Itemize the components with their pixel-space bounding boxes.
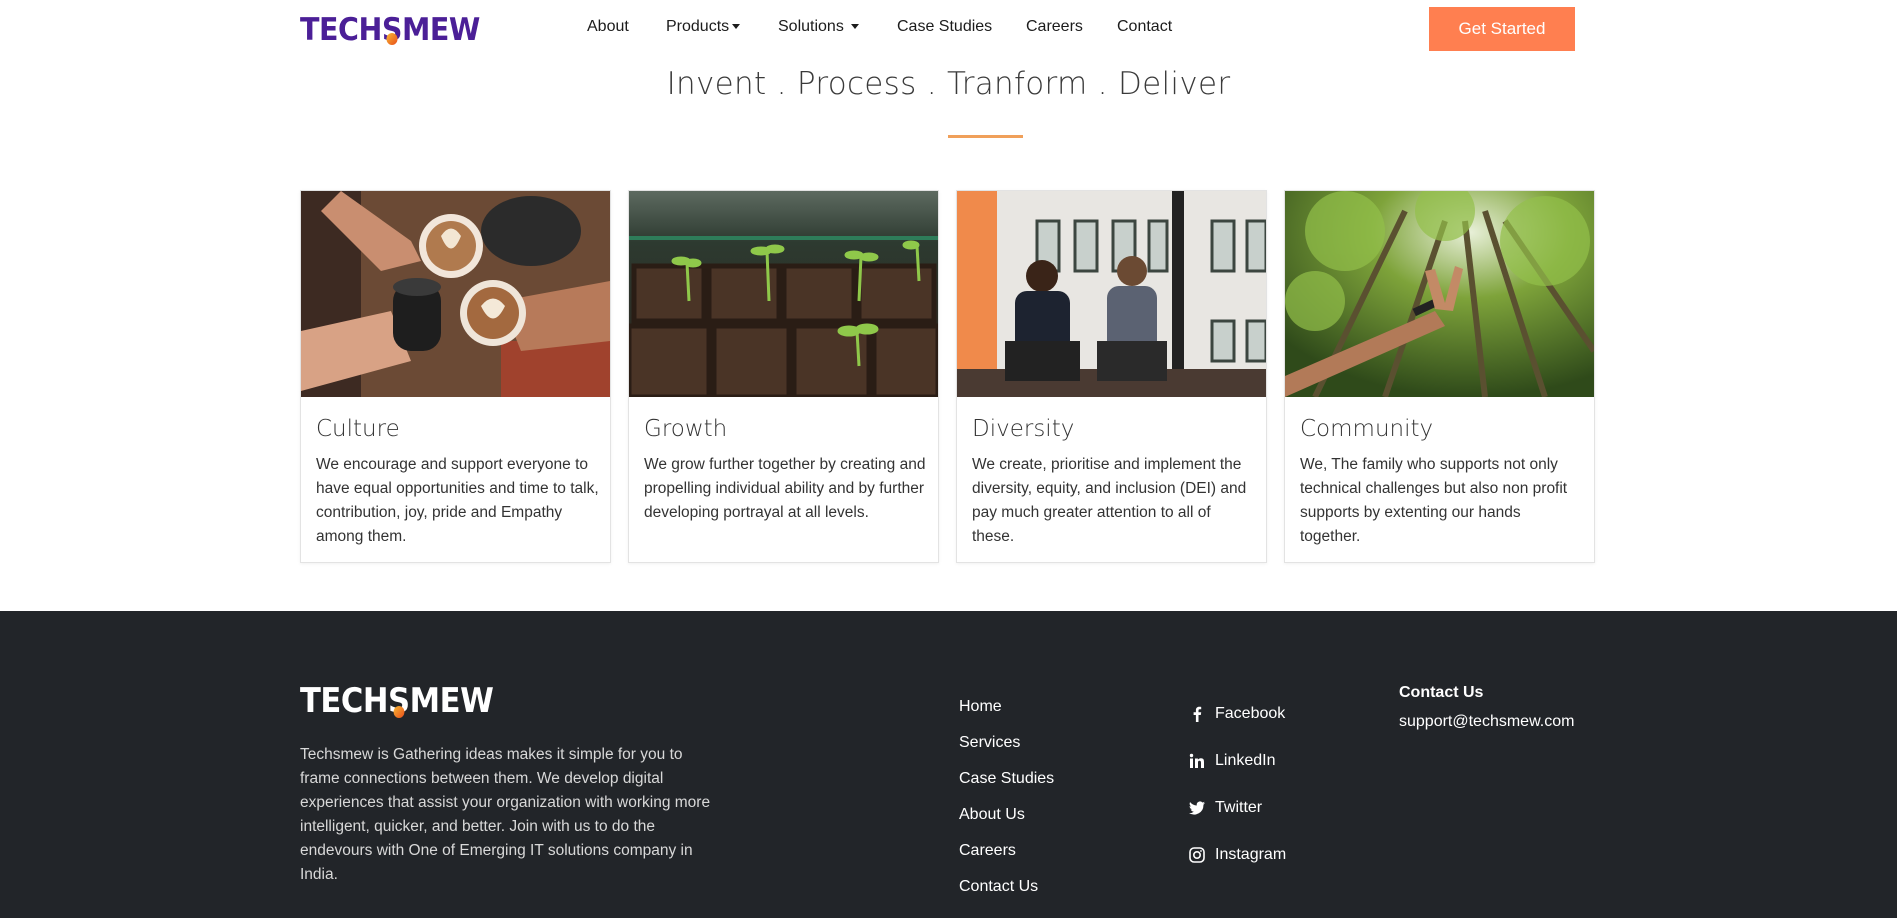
values-cards: Culture We encourage and support everyon… bbox=[300, 190, 1597, 563]
nav-case-studies[interactable]: Case Studies bbox=[897, 18, 992, 36]
card-title: Culture bbox=[316, 416, 400, 442]
nav-links: About Products Solutions Case Studies Ca… bbox=[0, 18, 1897, 40]
footer-links: Home Services Case Studies About Us Care… bbox=[959, 697, 1054, 913]
footer-link-services[interactable]: Services bbox=[959, 733, 1054, 769]
twitter-icon bbox=[1189, 800, 1205, 815]
footer-logo[interactable]: TECHS MEW bbox=[300, 681, 494, 721]
community-image bbox=[1285, 191, 1594, 397]
card-growth: Growth We grow further together by creat… bbox=[628, 190, 939, 563]
footer-logo-text: TECHS MEW bbox=[300, 681, 494, 721]
card-title: Growth bbox=[644, 416, 728, 442]
nav-solutions-label: Solutions bbox=[778, 18, 844, 35]
culture-image bbox=[301, 191, 610, 397]
nav-careers[interactable]: Careers bbox=[1026, 18, 1083, 36]
footer-link-home[interactable]: Home bbox=[959, 697, 1054, 733]
card-culture: Culture We encourage and support everyon… bbox=[300, 190, 611, 563]
top-navbar: TECHS MEW About Products Solutions Case S… bbox=[0, 0, 1897, 58]
card-text: We grow further together by creating and… bbox=[644, 456, 926, 521]
heading-divider bbox=[948, 135, 1023, 138]
social-instagram[interactable]: Instagram bbox=[1189, 842, 1286, 889]
growth-image bbox=[629, 191, 938, 397]
social-label: Facebook bbox=[1215, 704, 1286, 722]
facebook-icon bbox=[1193, 706, 1202, 722]
footer-description: Techsmew is Gathering ideas makes it sim… bbox=[300, 746, 711, 883]
instagram-icon bbox=[1189, 846, 1205, 863]
footer-link-careers[interactable]: Careers bbox=[959, 841, 1054, 877]
card-text: We encourage and support everyone to hav… bbox=[316, 456, 599, 545]
card-text: We, The family who supports not only tec… bbox=[1300, 456, 1568, 545]
section-heading: Invent . Process . Tranform . Deliver bbox=[666, 66, 1231, 102]
nav-products-dropdown[interactable]: Products bbox=[666, 18, 741, 36]
social-label: Instagram bbox=[1215, 845, 1287, 863]
nav-solutions-dropdown[interactable]: Solutions bbox=[778, 18, 860, 36]
footer-link-contact-us[interactable]: Contact Us bbox=[959, 877, 1054, 913]
card-community: Community We, The family who supports no… bbox=[1284, 190, 1595, 563]
footer-link-case-studies[interactable]: Case Studies bbox=[959, 769, 1054, 805]
contact-title: Contact Us bbox=[1399, 684, 1484, 701]
linkedin-icon bbox=[1189, 753, 1204, 768]
card-title: Community bbox=[1300, 416, 1434, 442]
nav-products-label: Products bbox=[666, 18, 730, 35]
social-label: LinkedIn bbox=[1215, 751, 1276, 769]
diversity-image bbox=[957, 191, 1266, 397]
card-diversity: Diversity We create, prioritise and impl… bbox=[956, 190, 1267, 563]
card-title: Diversity bbox=[972, 416, 1075, 442]
nav-about[interactable]: About bbox=[587, 18, 629, 36]
site-footer: TECHS MEW Techsmew is Gathering ideas mak… bbox=[0, 611, 1897, 918]
social-facebook[interactable]: Facebook bbox=[1189, 701, 1286, 748]
social-linkedin[interactable]: LinkedIn bbox=[1189, 748, 1286, 795]
social-label: Twitter bbox=[1215, 798, 1263, 816]
footer-link-about-us[interactable]: About Us bbox=[959, 805, 1054, 841]
get-started-button[interactable]: Get Started bbox=[1429, 7, 1575, 51]
social-twitter[interactable]: Twitter bbox=[1189, 795, 1286, 842]
footer-contact: Contact Us support@techsmew.com bbox=[1399, 684, 1574, 731]
footer-social: Facebook LinkedIn Twitter Instagram bbox=[1189, 701, 1286, 889]
chevron-down-icon bbox=[732, 24, 741, 30]
card-text: We create, prioritise and implement the … bbox=[972, 456, 1247, 545]
nav-contact[interactable]: Contact bbox=[1117, 18, 1172, 36]
chevron-down-icon bbox=[851, 24, 860, 30]
contact-email-link[interactable]: support@techsmew.com bbox=[1399, 713, 1574, 731]
